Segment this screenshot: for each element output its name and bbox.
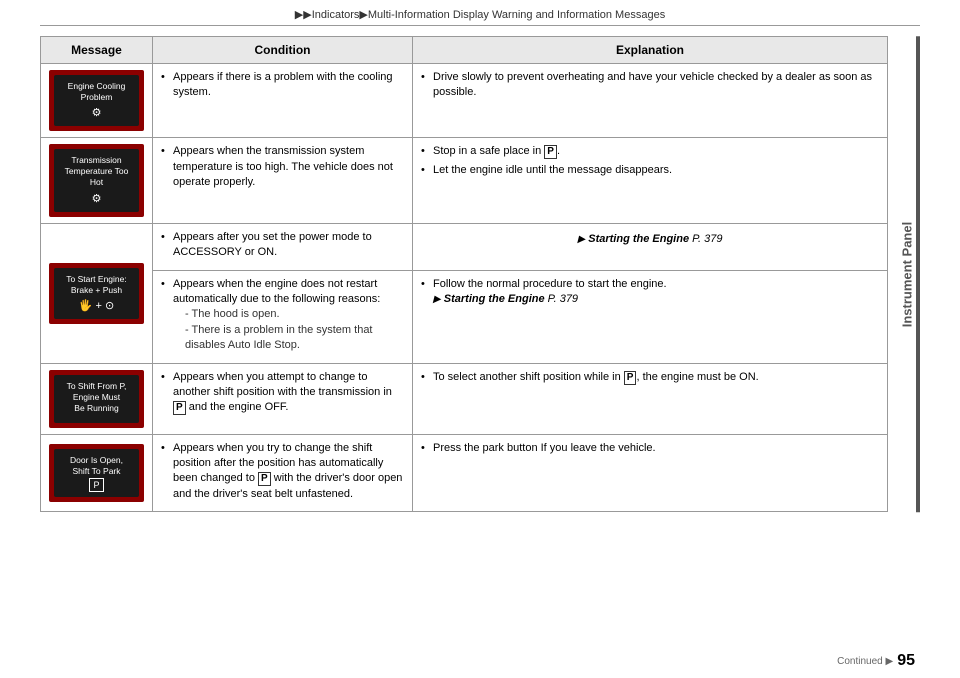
condition-cell-engine-cooling: Appears if there is a problem with the c…: [153, 64, 413, 138]
explanation-cell-start-bottom: Follow the normal procedure to start the…: [413, 270, 888, 363]
condition-cell-start-top: Appears after you set the power mode to …: [153, 223, 413, 270]
message-cell-transmission: TransmissionTemperature Too Hot ⚙: [41, 138, 153, 223]
condition-cell-shift: Appears when you attempt to change to an…: [153, 363, 413, 434]
door-display: Door Is Open,Shift To Park P: [49, 444, 144, 503]
explanation-cell-start-top: ▶ Starting the Engine P. 379: [413, 223, 888, 270]
message-cell-shift: To Shift From P,Engine MustBe Running: [41, 363, 153, 434]
page-number: 95: [897, 652, 915, 670]
table-row: TransmissionTemperature Too Hot ⚙ Appear…: [41, 138, 888, 223]
message-cell-door: Door Is Open,Shift To Park P: [41, 434, 153, 512]
table-area: Message Condition Explanation Engine Coo…: [40, 36, 888, 512]
col-explanation: Explanation: [413, 37, 888, 64]
message-cell-start-engine: To Start Engine:Brake + Push 🖐 + ⊙: [41, 223, 153, 363]
page-footer: Continued ▶ 95: [837, 652, 915, 670]
transmission-display: TransmissionTemperature Too Hot ⚙: [49, 144, 144, 216]
engine-cooling-display: Engine CoolingProblem ⚙: [49, 70, 144, 131]
col-condition: Condition: [153, 37, 413, 64]
table-row: To Start Engine:Brake + Push 🖐 + ⊙ Appea…: [41, 223, 888, 270]
main-content: Message Condition Explanation Engine Coo…: [40, 26, 920, 512]
explanation-cell-shift: To select another shift position while i…: [413, 363, 888, 434]
table-row: Engine CoolingProblem ⚙ Appears if there…: [41, 64, 888, 138]
condition-cell-start-bottom: Appears when the engine does not restart…: [153, 270, 413, 363]
explanation-cell-transmission: Stop in a safe place in P. Let the engin…: [413, 138, 888, 223]
condition-cell-transmission: Appears when the transmission system tem…: [153, 138, 413, 223]
shift-display: To Shift From P,Engine MustBe Running: [49, 370, 144, 428]
table-row: To Shift From P,Engine MustBe Running Ap…: [41, 363, 888, 434]
warning-messages-table: Message Condition Explanation Engine Coo…: [40, 36, 888, 512]
table-row: Door Is Open,Shift To Park P Appears whe…: [41, 434, 888, 512]
explanation-cell-door: Press the park button If you leave the v…: [413, 434, 888, 512]
condition-cell-door: Appears when you try to change the shift…: [153, 434, 413, 512]
breadcrumb: ▶▶Indicators▶Multi-Information Display W…: [40, 0, 920, 26]
continued-label: Continued ▶: [837, 656, 893, 667]
start-engine-display: To Start Engine:Brake + Push 🖐 + ⊙: [49, 263, 144, 324]
explanation-cell-engine-cooling: Drive slowly to prevent overheating and …: [413, 64, 888, 138]
table-row: Appears when the engine does not restart…: [41, 270, 888, 363]
col-message: Message: [41, 37, 153, 64]
message-cell-engine-cooling: Engine CoolingProblem ⚙: [41, 64, 153, 138]
instrument-panel-label: Instrument Panel: [898, 36, 920, 512]
